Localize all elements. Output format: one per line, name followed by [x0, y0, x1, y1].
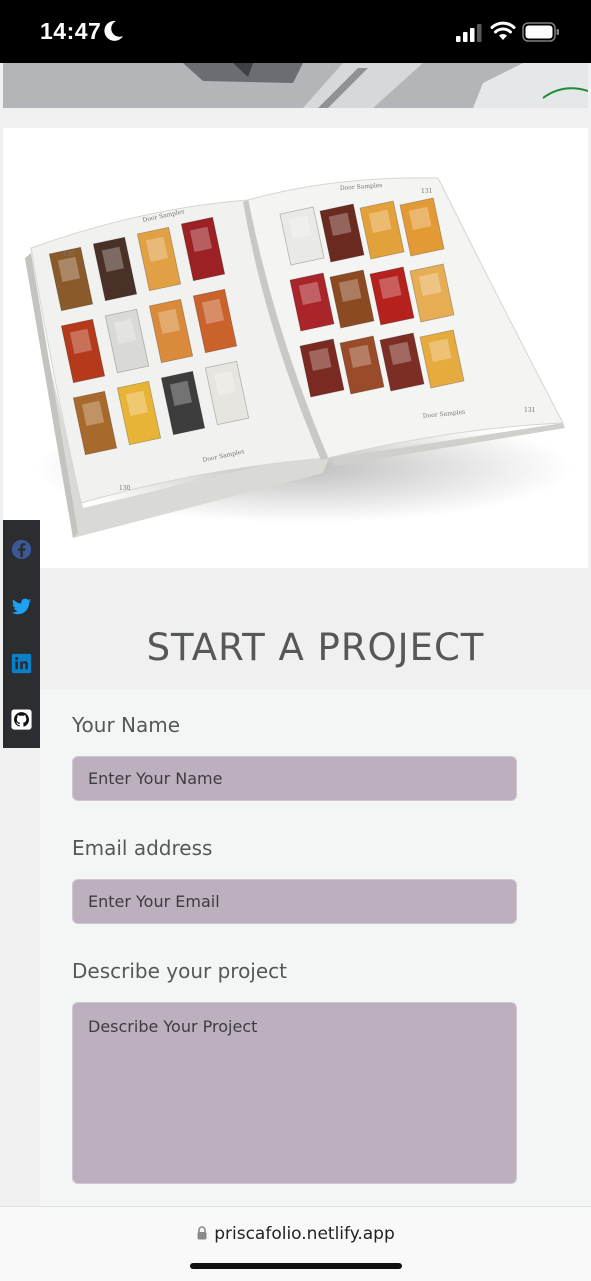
door-panel	[368, 209, 392, 233]
catalog-page-number-right-bottom: 131	[524, 407, 535, 414]
catalog-page-number-left: 130	[63, 251, 75, 258]
door-panel	[348, 344, 372, 368]
browser-address-bar: priscafolio.netlify.app	[0, 1206, 591, 1281]
catalog-page-number-left-bottom: 130	[119, 485, 131, 492]
door-panel	[428, 338, 452, 362]
status-time: 14:47	[40, 18, 102, 44]
status-bar: 14:47	[0, 0, 591, 63]
door-panel	[288, 215, 312, 239]
email-label: Email address	[72, 836, 213, 860]
home-indicator	[190, 1263, 402, 1269]
section-title: START A PROJECT	[146, 626, 485, 669]
door-panel	[408, 206, 432, 230]
door-panel	[338, 278, 362, 302]
door-panel	[378, 275, 402, 299]
door-panel	[328, 212, 352, 236]
wifi-icon	[490, 21, 516, 40]
email-input[interactable]	[72, 879, 517, 924]
door-panel	[418, 272, 442, 296]
catalog-page-number-right: 131	[421, 188, 432, 195]
door-panel	[388, 341, 412, 365]
battery-icon	[522, 22, 559, 42]
url-display[interactable]: priscafolio.netlify.app	[0, 1224, 591, 1244]
linkedin-icon	[11, 653, 32, 674]
header-photo-strip	[3, 63, 588, 108]
twitter-icon	[11, 598, 32, 615]
name-label: Your Name	[72, 713, 181, 737]
moon-icon	[104, 20, 123, 41]
facebook-icon	[11, 539, 32, 560]
github-icon	[11, 709, 32, 730]
description-label: Describe your project	[72, 959, 287, 983]
door-panel	[298, 281, 322, 305]
url-text: priscafolio.netlify.app	[214, 1224, 395, 1244]
description-textarea[interactable]	[72, 1002, 517, 1184]
door-panel	[308, 347, 332, 371]
start-project-section: START A PROJECT	[40, 568, 591, 689]
contact-form: Your Name Email address Describe your pr…	[40, 689, 591, 1206]
social-sidebar	[3, 520, 40, 748]
cellular-signal-icon	[456, 24, 482, 42]
lock-icon	[197, 1226, 207, 1240]
name-input[interactable]	[72, 756, 517, 801]
door-catalog-image: Door Samples Door Samples Door Samples D…	[3, 128, 588, 568]
